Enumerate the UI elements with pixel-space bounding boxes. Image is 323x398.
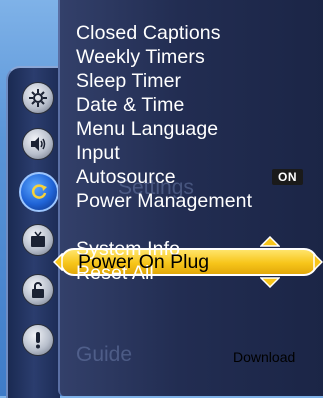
menu-item-label: Menu Language — [76, 118, 219, 140]
arrow-down-icon[interactable] — [260, 277, 280, 288]
menu-item-menu-language[interactable]: Menu Language — [76, 117, 252, 141]
menu-item-label: Date & Time — [76, 94, 185, 116]
download-watermark: Download — [233, 349, 296, 365]
gear-icon[interactable] — [22, 82, 54, 114]
menu-item-input[interactable]: Input — [76, 141, 252, 165]
menu-item-label: Weekly Timers — [76, 46, 205, 68]
menu-item-autosource[interactable]: Autosource ON — [76, 165, 303, 189]
menu-item-weekly-timers[interactable]: Weekly Timers — [76, 45, 252, 69]
menu-item-label: Sleep Timer — [76, 70, 182, 92]
menu-item-label: Input — [76, 142, 120, 164]
arrow-left-icon[interactable] — [53, 253, 63, 271]
autosource-status-badge: ON — [272, 169, 303, 185]
icon-rail — [6, 66, 60, 398]
arrow-up-icon[interactable] — [260, 236, 280, 247]
lock-icon[interactable] — [22, 274, 54, 306]
arrow-right-icon[interactable] — [313, 253, 323, 271]
alert-icon[interactable] — [22, 324, 54, 356]
settings-menu-list: Closed Captions Weekly Timers Sleep Time… — [76, 21, 303, 285]
menu-item-label: Power Management — [76, 190, 253, 212]
selected-menu-item-label[interactable]: Power On Plug — [78, 250, 209, 274]
refresh-icon[interactable] — [19, 172, 59, 212]
menu-item-label: Autosource — [76, 166, 176, 188]
menu-item-label: Closed Captions — [76, 22, 221, 44]
menu-item-power-management[interactable]: Power Management — [76, 189, 252, 213]
ghost-guide-label: Guide — [76, 343, 133, 366]
speaker-icon[interactable] — [22, 128, 54, 160]
menu-item-sleep-timer[interactable]: Sleep Timer — [76, 69, 252, 93]
menu-item-closed-captions[interactable]: Closed Captions — [76, 21, 252, 45]
tv-icon[interactable] — [22, 224, 54, 256]
menu-item-date-time[interactable]: Date & Time — [76, 93, 252, 117]
